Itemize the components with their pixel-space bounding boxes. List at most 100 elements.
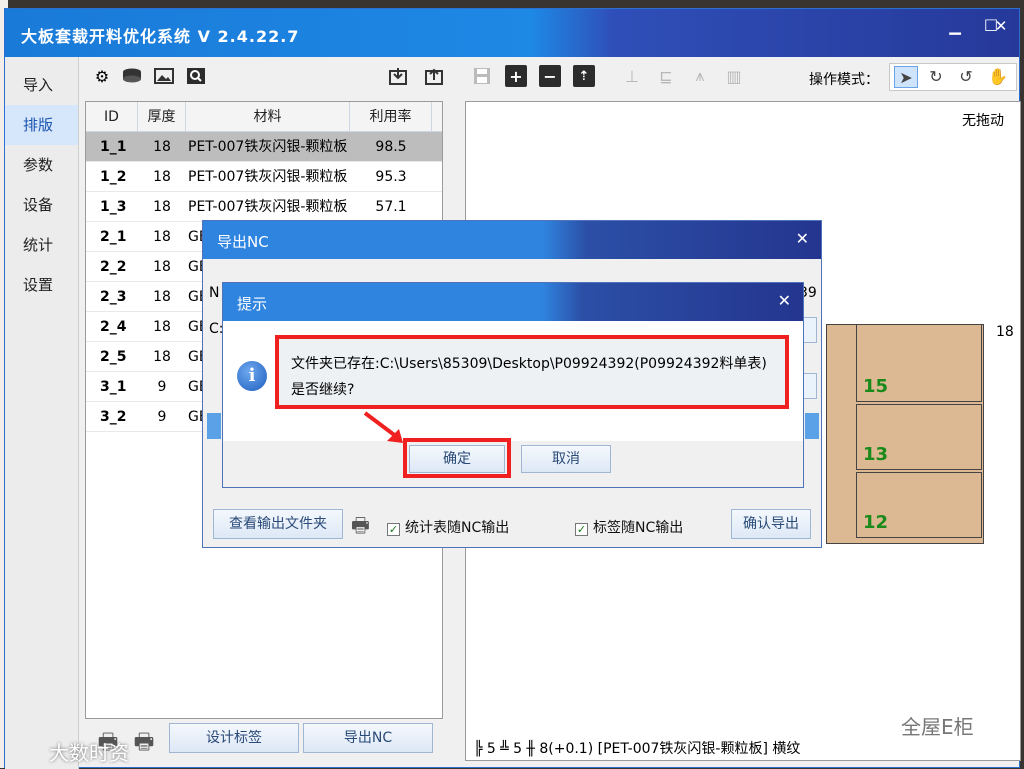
export-dialog-titlebar: 导出NC ✕ (203, 221, 821, 259)
row-utilization: 57.1 (375, 199, 407, 215)
message-highlight: 文件夹已存在:C:\Users\85309\Desktop\P09924392(… (275, 335, 789, 409)
row-utilization: 98.5 (375, 139, 407, 155)
printer-icon: 🖶 (351, 513, 370, 537)
sidebar-item-device[interactable]: 设备 (5, 185, 78, 225)
close-button[interactable]: ✕ (983, 13, 1019, 39)
save-icon[interactable] (471, 65, 493, 87)
mode-selector: ➤ ↻ ↺ ✋ (889, 63, 1017, 91)
sidebar-item-import[interactable]: 导入 (5, 65, 78, 105)
row-thickness: 18 (153, 349, 171, 365)
disk-stack-icon[interactable] (121, 65, 143, 87)
plus-icon[interactable]: + (505, 65, 527, 87)
bars-icon[interactable]: ▥ (723, 65, 745, 87)
sort-icon[interactable]: ⊑ (655, 65, 677, 87)
col-utilization[interactable]: 利用率 (350, 102, 432, 131)
prompt-dialog-titlebar: 提示 ✕ (223, 283, 803, 321)
minimize-button[interactable]: ▁ (937, 13, 973, 39)
confirm-export-button[interactable]: 确认导出 (731, 509, 811, 539)
row-id: 1_2 (100, 169, 127, 185)
print-label-icon[interactable]: 🖶 (129, 725, 159, 755)
arrow-icon (363, 411, 403, 443)
design-label-button[interactable]: 设计标签 (169, 723, 299, 753)
list-row[interactable]: 1_1 18 PET-007铁灰闪银-颗粒板 98.5 (86, 132, 442, 162)
row-id: 3_2 (100, 409, 127, 425)
watermark-left: 大数时资 (49, 741, 129, 765)
export-icon[interactable] (423, 65, 445, 87)
prompt-dialog: 提示 ✕ i 文件夹已存在:C:\Users\85309\Desktop\P09… (222, 282, 804, 488)
label-checkbox[interactable]: ✓ 标签随NC输出 (575, 517, 683, 537)
message-line-2: 是否继续? (291, 382, 355, 398)
part-number: 13 (863, 444, 889, 465)
watermark-right: 全屋E柜 (901, 715, 974, 739)
sidebar-item-stats[interactable]: 统计 (5, 225, 78, 265)
export-field-edge[interactable] (803, 317, 817, 343)
row-thickness: 9 (157, 379, 167, 395)
row-thickness: 18 (153, 139, 171, 155)
minus-icon[interactable]: − (539, 65, 561, 87)
chart-icon[interactable]: ⩚ (689, 65, 711, 87)
col-id[interactable]: ID (86, 102, 138, 131)
list-header: ID 厚度 材料 利用率 (86, 102, 442, 132)
part-number: 15 (863, 376, 889, 397)
progress-edge-left (207, 413, 221, 439)
row-thickness: 18 (153, 319, 171, 335)
part-13[interactable]: 13 (856, 404, 982, 470)
view-output-folder-button[interactable]: 查看输出文件夹 (213, 509, 343, 539)
align-icon[interactable]: ⊥ (621, 65, 643, 87)
row-thickness: 18 (153, 199, 171, 215)
close-icon[interactable]: ✕ (796, 229, 809, 248)
col-material[interactable]: 材料 (186, 102, 350, 131)
export-field-edge-2[interactable] (803, 373, 817, 399)
gear-icon[interactable]: ⚙ (91, 65, 113, 87)
row-thickness: 18 (153, 259, 171, 275)
row-id: 1_1 (100, 139, 127, 155)
move-up-icon[interactable]: ⇡ (573, 65, 595, 87)
drag-mode-label: 无拖动 (962, 113, 1004, 129)
label-checkbox-label: 标签随NC输出 (593, 520, 684, 536)
title-bar: 大板套裁开料优化系统 V 2.4.22.7 ▁ □ ✕ (5, 9, 1019, 57)
row-material: PET-007铁灰闪银-颗粒板 (188, 169, 348, 185)
import-icon[interactable] (387, 65, 409, 87)
mode-label: 操作模式： (809, 72, 879, 88)
row-thickness: 9 (157, 409, 167, 425)
row-id: 2_2 (100, 259, 127, 275)
progress-edge-right (805, 413, 819, 439)
list-row[interactable]: 1_2 18 PET-007铁灰闪银-颗粒板 95.3 (86, 162, 442, 192)
stats-checkbox-label: 统计表随NC输出 (405, 520, 510, 536)
sidebar-item-settings[interactable]: 设置 (5, 265, 78, 305)
sidebar-item-params[interactable]: 参数 (5, 145, 78, 185)
export-nc-button[interactable]: 导出NC (303, 723, 433, 753)
row-thickness: 18 (153, 169, 171, 185)
stats-checkbox[interactable]: ✓ 统计表随NC输出 (387, 517, 509, 537)
pointer-icon[interactable]: ➤ (894, 66, 918, 88)
ok-button[interactable]: 确定 (409, 445, 505, 473)
export-field-label: N (209, 285, 220, 301)
close-icon[interactable]: ✕ (778, 291, 791, 310)
list-row[interactable]: 1_3 18 PET-007铁灰闪银-颗粒板 57.1 (86, 192, 442, 222)
message-line-1: 文件夹已存在:C:\Users\85309\Desktop\P09924392(… (291, 356, 767, 372)
prompt-dialog-title: 提示 (237, 295, 268, 313)
part-number: 12 (863, 512, 889, 533)
sidebar-nav: 导入 排版 参数 设备 统计 设置 (5, 57, 79, 769)
row-material: PET-007铁灰闪银-颗粒板 (188, 139, 348, 155)
search-image-icon[interactable] (185, 65, 207, 87)
info-icon: i (237, 361, 267, 391)
row-id: 2_1 (100, 229, 127, 245)
export-dialog-title: 导出NC (217, 233, 269, 251)
rotate-ccw-icon[interactable]: ↺ (954, 66, 978, 88)
row-thickness: 18 (153, 289, 171, 305)
sidebar-item-layout[interactable]: 排版 (5, 105, 78, 145)
app-title: 大板套裁开料优化系统 V 2.4.22.7 (21, 27, 300, 46)
row-thickness: 18 (153, 229, 171, 245)
col-thickness[interactable]: 厚度 (138, 102, 186, 131)
rotate-cw-icon[interactable]: ↻ (924, 66, 948, 88)
part-15[interactable]: 15 (856, 324, 982, 402)
row-material: PET-007铁灰闪银-颗粒板 (188, 199, 348, 215)
row-id: 2_4 (100, 319, 127, 335)
cancel-button[interactable]: 取消 (521, 445, 611, 473)
image-icon[interactable] (153, 65, 175, 87)
hand-icon[interactable]: ✋ (986, 66, 1010, 88)
board-thickness: 18 (996, 324, 1014, 340)
row-id: 3_1 (100, 379, 127, 395)
part-12[interactable]: 12 (856, 472, 982, 538)
